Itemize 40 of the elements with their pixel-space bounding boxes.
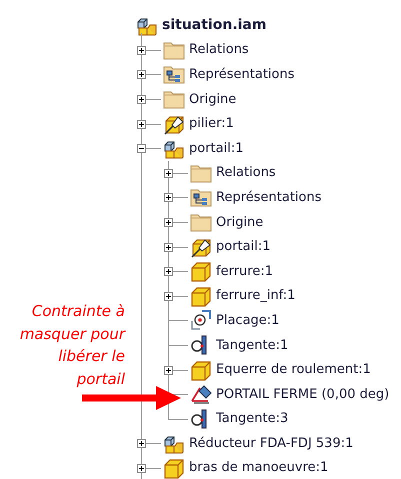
expand-toggle[interactable] [164,193,173,202]
tree-item[interactable]: Origine [216,214,264,230]
expand-toggle[interactable] [137,120,146,129]
tree-item[interactable]: Relations [216,165,276,180]
expand-toggle[interactable] [164,242,173,252]
expand-toggle[interactable] [164,267,173,276]
expand-toggle[interactable] [164,366,173,375]
tree-item[interactable]: Tangente:3 [216,411,288,426]
collapse-toggle[interactable] [137,144,146,154]
cube-icon [163,456,185,479]
expand-toggle[interactable] [137,70,146,80]
expand-toggle[interactable] [137,46,146,55]
cube-icon [190,260,212,282]
tree-item[interactable]: PORTAIL FERME (0,00 deg) [216,386,390,402]
mate-constraint-icon [190,309,212,332]
tree-item[interactable]: bras de manoeuvre:1 [189,460,328,476]
tree-item[interactable]: ferrure:1 [216,264,273,279]
tree-item[interactable]: pilier:1 [189,116,234,132]
expand-toggle[interactable] [164,292,173,301]
tree-item[interactable]: Réducteur FDA-FDJ 539:1 [189,436,354,451]
expand-toggle[interactable] [164,218,173,228]
cube-icon [190,358,212,381]
tree-item[interactable]: portail:1 [216,239,270,254]
expand-toggle[interactable] [137,439,146,448]
tree-item[interactable]: ferrure_inf:1 [216,288,296,304]
expand-toggle[interactable] [137,464,146,473]
angle-constraint-icon [190,383,212,406]
tree-item[interactable]: Représentations [216,190,322,205]
annotation-text: Contrainte à masquer pour libérer le portail [20,301,125,390]
tree-item[interactable]: Relations [189,42,249,58]
tree-item[interactable]: Placage:1 [216,312,280,328]
tree-item[interactable]: Représentations [189,66,295,82]
tree-item[interactable]: Equerre de roulement:1 [216,362,371,378]
tree-item[interactable]: Origine [189,92,236,107]
tree-item[interactable]: Tangente:1 [216,338,288,353]
cube-icon [190,284,212,307]
tree-item[interactable]: situation.iam [162,17,266,34]
expand-toggle[interactable] [137,95,146,104]
tree-item[interactable]: portail:1 [189,140,244,156]
expand-toggle[interactable] [164,168,173,178]
